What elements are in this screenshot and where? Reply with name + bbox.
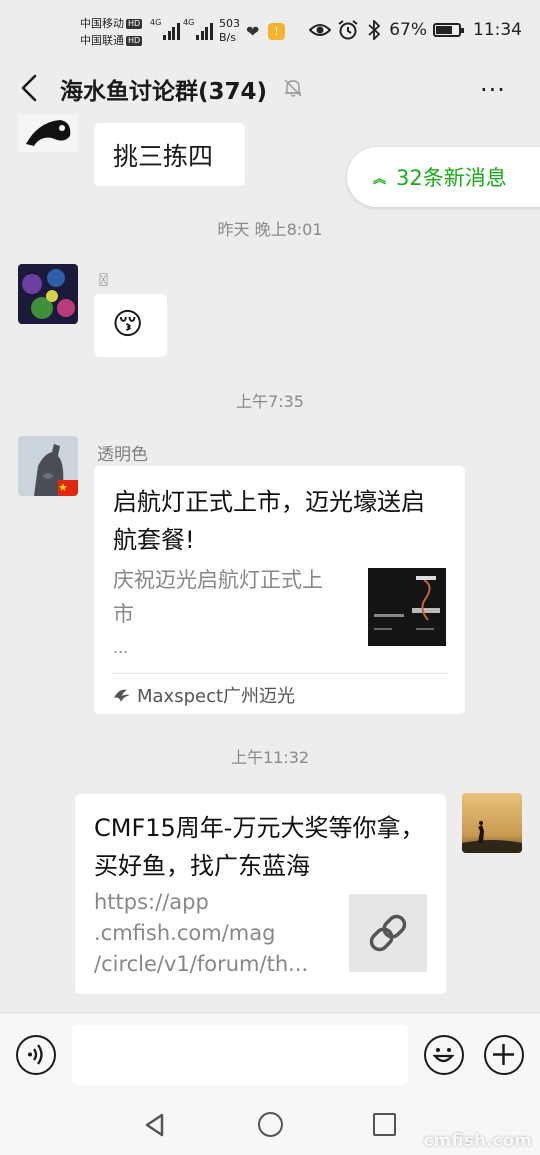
app-notification-icon: ! (268, 23, 285, 40)
link-title: CMF15周年-万元大奖等你拿，买好鱼，找广东蓝海 (94, 814, 425, 880)
watermark: cmfish.com (423, 1131, 532, 1151)
kissing-face-emoji: 😚 (112, 307, 144, 342)
input-bar (0, 1012, 540, 1098)
alarm-icon (338, 20, 358, 40)
net-type-1: 4G (150, 18, 162, 27)
timestamp: 昨天 晚上8:01 (217, 220, 323, 239)
link-icon (369, 914, 407, 952)
voice-icon (28, 1044, 43, 1065)
more-functions-button[interactable] (484, 1035, 524, 1075)
new-messages-label: 32条新消息 (396, 166, 507, 190)
china-flag-icon (58, 480, 78, 496)
carrier-labels: 中国移动 HD 中国联通 HD (80, 15, 143, 49)
battery-percent: 67% (389, 20, 427, 40)
avatar[interactable] (18, 436, 78, 496)
carrier-2: 中国联通 (80, 34, 124, 47)
nav-recents-icon[interactable] (373, 1113, 396, 1136)
sender-name: 〿 (96, 271, 112, 289)
card-source: Maxspect广州迈光 (113, 682, 295, 708)
nav-home-icon[interactable] (258, 1112, 283, 1137)
avatar[interactable] (18, 114, 78, 152)
message-text: 挑三拣四 (113, 142, 214, 171)
link-card-message[interactable]: 启航灯正式上市，迈光壕送启航套餐! 庆祝迈光启航灯正式上 市 ... Maxsp… (94, 466, 465, 714)
chat-header: 海水鱼讨论群(374) ··· (0, 62, 540, 114)
network-speed: 503 B/s (219, 17, 240, 44)
status-bar: 中国移动 HD 中国联通 HD 4G 4G 503 B/s ❤ ! 67% 11:3… (0, 0, 540, 62)
signal-icon: 4G (150, 18, 181, 40)
message-bubble[interactable]: 😚 (94, 294, 167, 357)
card-thumbnail (368, 568, 446, 646)
double-chevron-up-icon: ︽ (373, 171, 387, 187)
message-input[interactable] (72, 1025, 408, 1085)
my-avatar[interactable] (462, 793, 522, 853)
group-title[interactable]: 海水鱼讨论群(374) (60, 72, 267, 106)
source-logo-icon (114, 689, 130, 702)
message-list[interactable]: 挑三拣四 昨天 晚上8:01 〿 😚 上午7:35 透明色 启航灯正式上市，迈光… (0, 114, 540, 1012)
timestamp: 上午11:32 (230, 748, 310, 767)
link-url[interactable]: https://app .cmfish.com/mag /circle/v1/f… (94, 887, 334, 980)
avatar[interactable] (18, 264, 78, 324)
net-type-2: 4G (183, 18, 195, 27)
new-messages-button[interactable]: ︽ 32条新消息 (347, 147, 540, 207)
card-title: 启航灯正式上市，迈光壕送启航套餐! (113, 488, 425, 554)
bluetooth-icon (368, 20, 381, 40)
voice-input-button[interactable] (16, 1035, 56, 1075)
clock: 11:34 (473, 20, 522, 40)
link-thumbnail (349, 894, 427, 972)
emoji-icon (432, 1048, 455, 1063)
emoji-button[interactable] (424, 1035, 464, 1075)
card-description: 庆祝迈光启航灯正式上 市 ... (113, 568, 323, 657)
mute-bell-icon (284, 79, 302, 97)
sender-name: 透明色 (97, 445, 148, 465)
heartbeat-icon: ❤ (246, 22, 260, 41)
nav-back-icon[interactable] (142, 1112, 168, 1138)
message-bubble[interactable]: 挑三拣四 (94, 123, 245, 186)
hd-badge: HD (126, 36, 143, 46)
timestamp: 上午7:35 (236, 392, 304, 411)
battery-icon (433, 23, 464, 37)
hd-badge: HD (126, 19, 143, 29)
more-options-icon[interactable]: ··· (480, 76, 506, 104)
back-arrow-icon[interactable] (18, 74, 42, 102)
plus-icon (493, 1044, 514, 1065)
carrier-1: 中国移动 (80, 17, 124, 30)
system-navigation-bar: cmfish.com (0, 1098, 540, 1155)
eye-icon (309, 24, 332, 36)
signal-icon: 4G (183, 18, 214, 40)
link-message[interactable]: CMF15周年-万元大奖等你拿，买好鱼，找广东蓝海 https://app .c… (75, 794, 446, 994)
